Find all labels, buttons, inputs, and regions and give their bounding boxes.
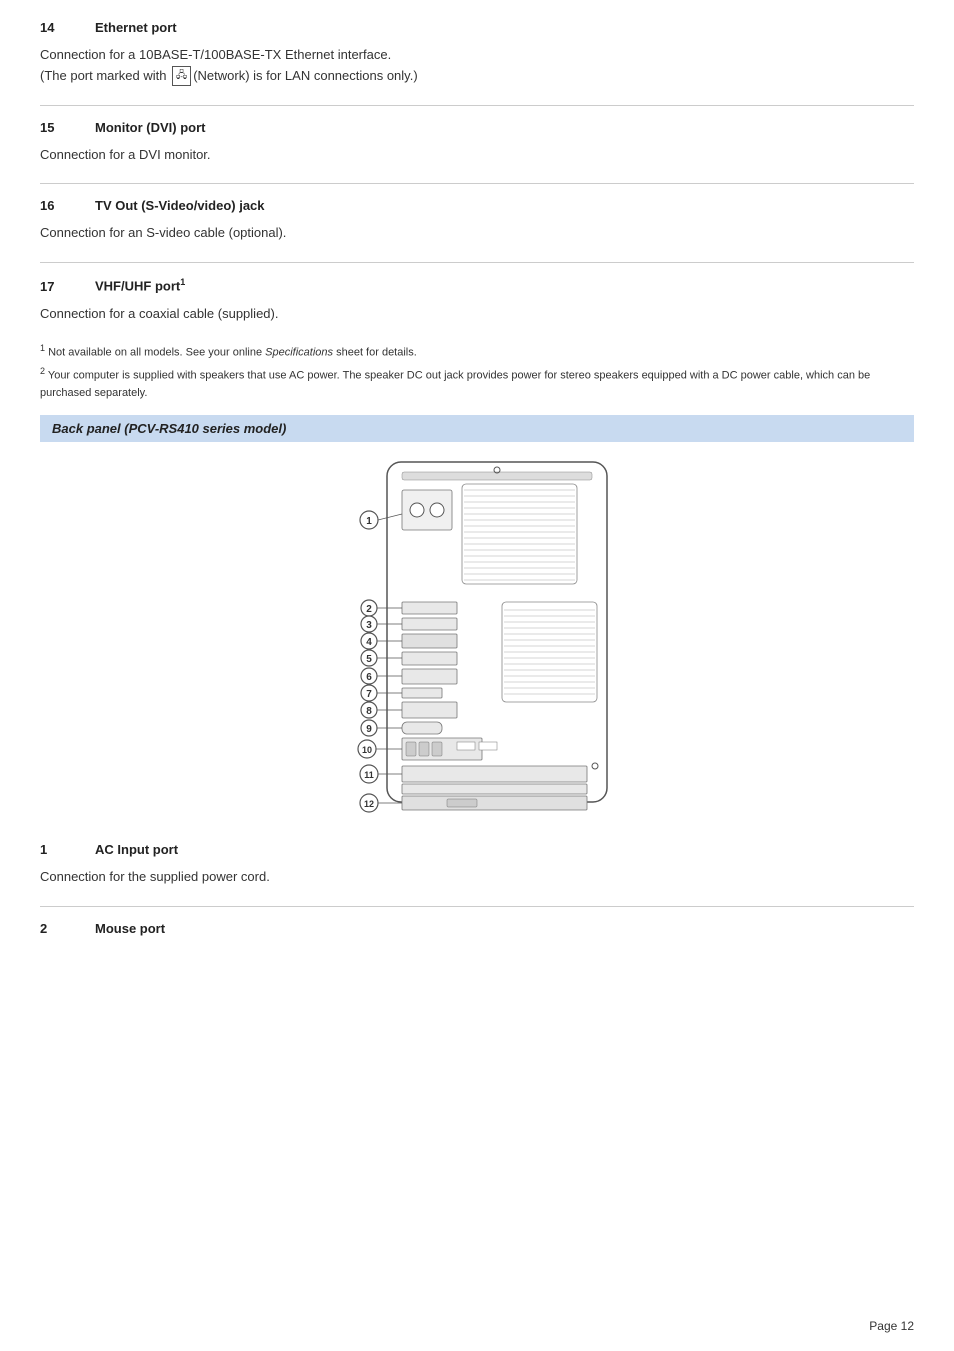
diagram-area: 1 2 3 4 5 6 [40,452,914,822]
section-15-body: Connection for a DVI monitor. [40,145,914,166]
section-14-body: Connection for a 10BASE-T/100BASE-TX Eth… [40,45,914,87]
section-2-title: Mouse port [95,921,165,936]
section-16: 16 TV Out (S-Video/video) jack Connectio… [40,198,914,244]
page-container: 14 Ethernet port Connection for a 10BASE… [0,0,954,994]
panel-header: Back panel (PCV-RS410 series model) [40,415,914,442]
divider-15-16 [40,183,914,184]
section-1-header: 1 AC Input port [40,842,914,857]
section-14-number: 14 [40,20,95,35]
section-17-title: VHF/UHF port1 [95,277,185,293]
footnote-1: 1 Not available on all models. See your … [40,342,914,361]
section-1-body: Connection for the supplied power cord. [40,867,914,888]
section-1-title: AC Input port [95,842,178,857]
section-2-header: 2 Mouse port [40,921,914,936]
section-16-title: TV Out (S-Video/video) jack [95,198,265,213]
svg-text:10: 10 [362,745,372,755]
svg-text:3: 3 [366,620,372,631]
section-15-number: 15 [40,120,95,135]
svg-text:7: 7 [366,689,372,700]
svg-text:5: 5 [366,654,372,665]
section-1-number: 1 [40,842,95,857]
divider-16-17 [40,262,914,263]
footnote-2: 2 Your computer is supplied with speaker… [40,365,914,401]
section-17-number: 17 [40,279,95,294]
page-number: Page 12 [869,1319,914,1333]
section-14-title: Ethernet port [95,20,177,35]
section-15-title: Monitor (DVI) port [95,120,205,135]
svg-text:1: 1 [366,516,372,527]
svg-text:4: 4 [366,637,372,648]
section-17-header: 17 VHF/UHF port1 [40,277,914,293]
svg-text:6: 6 [366,672,372,683]
section-14-header: 14 Ethernet port [40,20,914,35]
section-15: 15 Monitor (DVI) port Connection for a D… [40,120,914,166]
section-2-number: 2 [40,921,95,936]
svg-text:12: 12 [364,799,374,809]
section-16-header: 16 TV Out (S-Video/video) jack [40,198,914,213]
section-17-body: Connection for a coaxial cable (supplied… [40,304,914,325]
section-2: 2 Mouse port [40,921,914,936]
section-16-body: Connection for an S-video cable (optiona… [40,223,914,244]
divider-14-15 [40,105,914,106]
section-16-number: 16 [40,198,95,213]
network-icon: 🖧 [172,66,191,86]
svg-text:8: 8 [366,706,372,717]
section-15-header: 15 Monitor (DVI) port [40,120,914,135]
section-17: 17 VHF/UHF port1 Connection for a coaxia… [40,277,914,324]
section-14: 14 Ethernet port Connection for a 10BASE… [40,20,914,87]
back-panel-diagram: 1 2 3 4 5 6 [327,452,627,822]
divider-1-2 [40,906,914,907]
section-1: 1 AC Input port Connection for the suppl… [40,842,914,888]
svg-text:9: 9 [366,724,372,735]
svg-text:2: 2 [366,604,372,615]
svg-text:11: 11 [364,770,374,780]
